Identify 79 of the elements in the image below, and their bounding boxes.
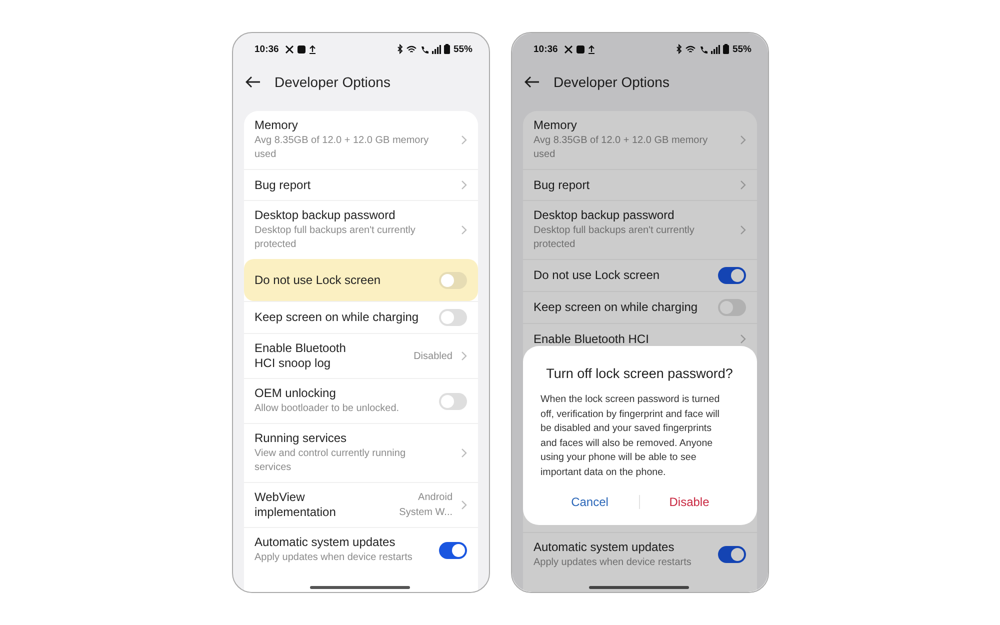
setting-title: Automatic system updates <box>254 535 396 550</box>
wifi-icon <box>685 44 696 54</box>
x-icon <box>284 44 294 54</box>
app-icon <box>576 44 585 54</box>
setting-row[interactable]: Automatic system updates Apply updates when device restarts <box>522 532 756 577</box>
chevron-right-icon <box>460 500 466 510</box>
setting-title: Do not use Lock screen <box>254 273 382 288</box>
toggle-switch[interactable] <box>438 392 466 410</box>
toggle-switch[interactable] <box>718 267 746 284</box>
setting-subtitle: Desktop full backups aren't currently protected <box>534 224 696 252</box>
chevron-right-icon <box>460 135 466 145</box>
setting-title: Memory <box>534 118 578 133</box>
app-icon <box>296 44 306 54</box>
setting-subtitle: Apply updates when device restarts <box>254 551 414 565</box>
battery-level: 55% <box>732 44 752 54</box>
setting-title: Desktop backup password <box>534 208 676 223</box>
chevron-right-icon <box>460 225 466 235</box>
setting-row[interactable]: Automatic system updates Apply updates when device restarts <box>244 527 478 572</box>
toggle-switch[interactable] <box>438 309 466 326</box>
setting-subtitle: Allow bootloader to be unlocked. <box>254 402 400 416</box>
setting-title: Bug report <box>534 178 591 192</box>
setting-title: Desktop backup password <box>254 208 396 223</box>
setting-row[interactable]: OEM unlocking Allow bootloader to be unlocked. <box>244 378 478 423</box>
setting-title: Enable Bluetooth HCI <box>534 332 650 346</box>
battery-icon <box>723 44 730 54</box>
phone-call-icon <box>420 44 430 54</box>
setting-title: Do not use Lock screen <box>534 268 661 283</box>
chevron-right-icon <box>460 180 466 190</box>
status-time: 10:36 <box>534 44 558 54</box>
setting-title: Keep screen on while charging <box>254 310 420 325</box>
toggle-switch[interactable] <box>718 299 746 316</box>
setting-subtitle: Apply updates when device restarts <box>534 556 692 570</box>
status-time: 10:36 <box>254 44 279 54</box>
setting-title: Automatic system updates <box>534 540 676 555</box>
back-arrow-icon <box>244 76 260 88</box>
signal-icon <box>432 44 442 54</box>
x-icon <box>564 44 573 54</box>
chevron-right-icon <box>740 334 746 344</box>
chevron-right-icon <box>740 180 746 190</box>
toggle-switch[interactable] <box>718 546 746 564</box>
phone-call-icon <box>699 44 708 54</box>
setting-subtitle: Avg 8.35GB of 12.0 + 12.0 GB memory used <box>254 134 430 162</box>
setting-title: Keep screen on while charging <box>534 300 699 315</box>
highlighted-row[interactable]: Do not use Lock screen <box>244 259 478 301</box>
upload-icon <box>308 44 316 54</box>
dialog-title: Turn off lock screen password? <box>545 366 734 381</box>
setting-row[interactable]: Do not use Lock screen <box>522 259 756 291</box>
chevron-right-icon <box>740 135 746 145</box>
setting-title: OEM unlocking <box>254 386 337 401</box>
page-title: Developer Options <box>554 74 670 90</box>
setting-subtitle: Avg 8.35GB of 12.0 + 12.0 GB memory used <box>534 134 709 162</box>
setting-title: Bug report <box>254 178 312 192</box>
chevron-right-icon <box>460 351 466 361</box>
setting-title: WebView implementation <box>254 490 337 520</box>
setting-title: Enable Bluetooth HCI snoop log <box>254 341 347 371</box>
setting-row[interactable]: Keep screen on while charging <box>522 291 756 323</box>
back-arrow-icon <box>524 76 540 88</box>
wifi-icon <box>406 44 418 54</box>
dialog-message: When the lock screen password is turned off, verification by fingerprint and face will be disabled and your saved fingerprints and faces will also be removed. Anyone using your phone will be able to see important data on the phone. <box>540 393 721 480</box>
toggle-switch[interactable] <box>438 272 466 289</box>
battery-icon <box>444 44 450 54</box>
cancel-button[interactable]: Cancel <box>540 490 639 513</box>
bluetooth-icon <box>676 44 682 54</box>
setting-title: Running services <box>254 431 348 446</box>
bluetooth-icon <box>397 44 404 54</box>
battery-level: 55% <box>453 44 472 54</box>
upload-icon <box>588 44 595 54</box>
disable-button[interactable]: Disable <box>640 490 738 513</box>
chevron-right-icon <box>460 448 466 458</box>
setting-subtitle: View and control currently running services <box>254 447 407 475</box>
signal-icon <box>711 44 720 54</box>
page-title: Developer Options <box>274 74 390 90</box>
toggle-switch[interactable] <box>438 542 466 558</box>
setting-value: Android System W... <box>398 491 452 520</box>
setting-title: Memory <box>254 118 299 133</box>
setting-value: Disabled <box>412 350 452 364</box>
setting-subtitle: Desktop full backups aren't currently protected <box>254 224 416 252</box>
chevron-right-icon <box>740 225 746 235</box>
setting-row[interactable]: Keep screen on while charging <box>244 301 478 333</box>
